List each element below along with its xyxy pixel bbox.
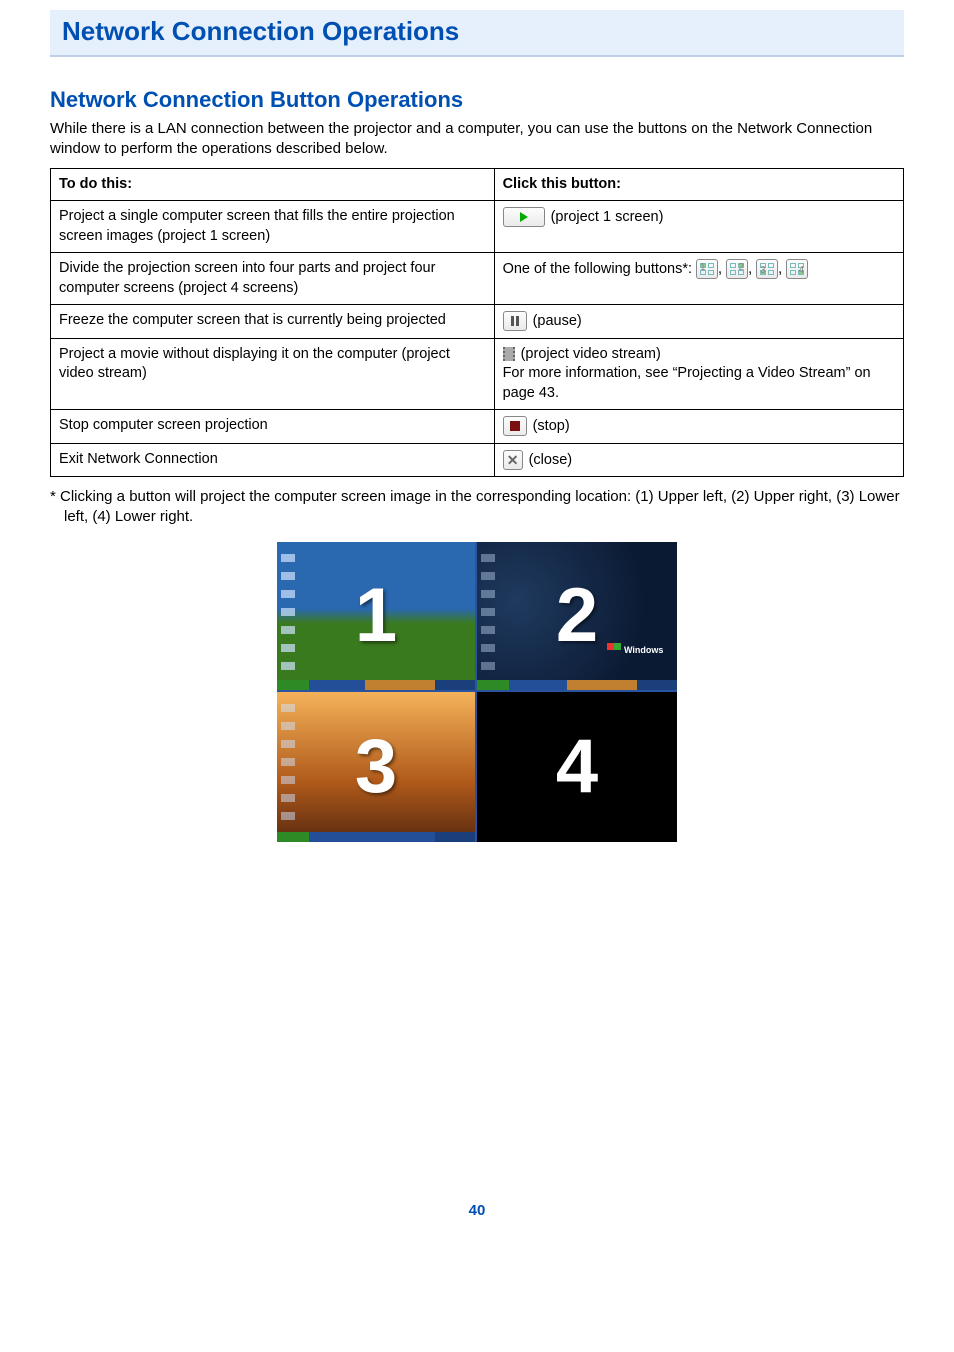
quadrant-label: 3 xyxy=(355,723,397,810)
page-number: 40 xyxy=(50,1202,904,1219)
section-heading: Network Connection Button Operations xyxy=(50,87,904,113)
quadrant-label: 1 xyxy=(355,572,397,659)
sep: , xyxy=(718,261,722,277)
button-label: (project video stream) xyxy=(521,346,661,362)
stop-icon xyxy=(510,421,520,431)
quadrant-diagram: 1 2 Windows 3 4 xyxy=(50,542,904,842)
play-icon xyxy=(520,212,528,222)
close-icon: ✕ xyxy=(507,453,519,467)
play-button[interactable] xyxy=(503,207,545,227)
quadrant-label: 4 xyxy=(556,723,598,810)
action-cell: Project a single computer screen that fi… xyxy=(51,201,495,253)
action-cell: Freeze the computer screen that is curre… xyxy=(51,305,495,338)
quadrant-2-button[interactable]: 2 xyxy=(726,259,748,279)
action-cell: Exit Network Connection xyxy=(51,443,495,476)
taskbar-icon xyxy=(477,680,677,690)
close-button[interactable]: ✕ xyxy=(503,450,523,470)
button-label: (project 1 screen) xyxy=(551,209,664,225)
intro-paragraph: While there is a LAN connection between … xyxy=(50,119,904,160)
pause-icon xyxy=(511,316,519,326)
title-bar: Network Connection Operations xyxy=(50,10,904,57)
button-label: (stop) xyxy=(533,418,570,434)
table-row: Stop computer screen projection (stop) xyxy=(51,410,904,443)
table-row: Project a movie without displaying it on… xyxy=(51,338,904,410)
button-cell: (project video stream) For more informat… xyxy=(494,338,903,410)
quadrant-diagram-grid: 1 2 Windows 3 4 xyxy=(277,542,677,842)
taskbar-icon xyxy=(277,680,475,690)
sep: , xyxy=(748,261,752,277)
quadrant-4-button[interactable]: 4 xyxy=(786,259,808,279)
table-row: Project a single computer screen that fi… xyxy=(51,201,904,253)
film-icon xyxy=(503,347,515,361)
table-row: Divide the projection screen into four p… xyxy=(51,253,904,305)
table-row: Exit Network Connection ✕ (close) xyxy=(51,443,904,476)
windows-logo: Windows xyxy=(607,638,667,662)
pause-button[interactable] xyxy=(503,311,527,331)
extra-info: For more information, see “Projecting a … xyxy=(503,365,871,401)
quadrant-label: 2 xyxy=(556,572,598,659)
header-todo: To do this: xyxy=(51,168,495,201)
quadrant-cell-1: 1 xyxy=(277,542,477,692)
quadrant-1-button[interactable]: 1 xyxy=(696,259,718,279)
footnote: * Clicking a button will project the com… xyxy=(50,487,904,528)
action-cell: Stop computer screen projection xyxy=(51,410,495,443)
button-cell: ✕ (close) xyxy=(494,443,903,476)
quadrant-3-button[interactable]: 3 xyxy=(756,259,778,279)
button-label: (close) xyxy=(529,452,573,468)
action-cell: Project a movie without displaying it on… xyxy=(51,338,495,410)
action-cell: Divide the projection screen into four p… xyxy=(51,253,495,305)
table-header-row: To do this: Click this button: xyxy=(51,168,904,201)
sep: , xyxy=(778,261,782,277)
button-label: (pause) xyxy=(533,313,582,329)
button-cell: (project 1 screen) xyxy=(494,201,903,253)
stop-button[interactable] xyxy=(503,416,527,436)
table-row: Freeze the computer screen that is curre… xyxy=(51,305,904,338)
quad-prefix: One of the following buttons*: xyxy=(503,261,692,277)
header-click: Click this button: xyxy=(494,168,903,201)
operations-table: To do this: Click this button: Project a… xyxy=(50,168,904,478)
button-cell: (stop) xyxy=(494,410,903,443)
quadrant-cell-3: 3 xyxy=(277,692,477,842)
taskbar-icon xyxy=(277,832,475,842)
button-cell: One of the following buttons*: 1 , 2 , 3… xyxy=(494,253,903,305)
page-title: Network Connection Operations xyxy=(62,16,896,47)
quadrant-cell-4: 4 xyxy=(477,692,677,842)
quadrant-cell-2: 2 Windows xyxy=(477,542,677,692)
button-cell: (pause) xyxy=(494,305,903,338)
